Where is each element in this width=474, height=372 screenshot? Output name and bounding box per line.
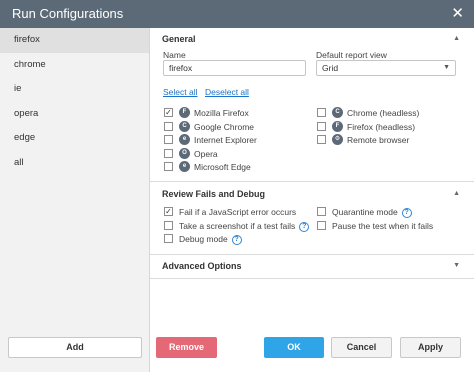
option-label: Quarantine mode?	[332, 206, 412, 218]
option-label-text: Debug mode	[179, 234, 228, 244]
sidebar-item-chrome[interactable]: chrome	[0, 53, 149, 78]
sidebar-item-all[interactable]: all	[0, 151, 149, 176]
checkbox[interactable]	[164, 234, 173, 243]
chevron-down-icon: ▼	[443, 64, 450, 71]
browser-label: Internet Explorer	[194, 135, 257, 145]
remove-button[interactable]: Remove	[156, 337, 217, 358]
option-label-text: Quarantine mode	[332, 207, 398, 217]
sidebar-item-ie[interactable]: ie	[0, 77, 149, 102]
select-all-link[interactable]: Select all	[163, 87, 198, 97]
checkbox[interactable]	[317, 221, 326, 230]
ok-button[interactable]: OK	[264, 337, 324, 358]
checkbox[interactable]	[164, 221, 173, 230]
option-label-text: Take a screenshot if a test fails	[179, 221, 296, 231]
deselect-all-link[interactable]: Deselect all	[205, 87, 249, 97]
opera-icon: O	[179, 148, 190, 159]
sidebar-item-opera[interactable]: opera	[0, 102, 149, 127]
apply-button[interactable]: Apply	[400, 337, 461, 358]
browser-label: Microsoft Edge	[194, 162, 251, 172]
help-icon[interactable]: ?	[299, 221, 310, 232]
window-titlebar: Run Configurations ✕	[0, 0, 474, 28]
checkbox[interactable]	[317, 135, 326, 144]
chrome-icon: C	[179, 121, 190, 132]
advanced-header-label: Advanced Options	[162, 261, 242, 271]
report-view-label: Default report view	[316, 50, 387, 60]
name-label: Name	[163, 50, 186, 60]
checkbox[interactable]	[164, 135, 173, 144]
chrome-icon: C	[332, 107, 343, 118]
checkbox[interactable]	[164, 149, 173, 158]
advanced-section-header[interactable]: Advanced Options ▼	[150, 255, 474, 277]
review-section-header[interactable]: Review Fails and Debug ▲	[150, 183, 474, 205]
chevron-down-icon[interactable]: ▼	[453, 255, 460, 277]
sidebar-item-firefox[interactable]: firefox	[0, 28, 149, 53]
option-label: Fail if a JavaScript error occurs	[179, 207, 297, 217]
checkbox[interactable]	[317, 108, 326, 117]
checkbox[interactable]	[317, 122, 326, 131]
option-label: Pause the test when it fails	[332, 221, 434, 231]
sidebar-item-edge[interactable]: edge	[0, 126, 149, 151]
option-label: Take a screenshot if a test fails?	[179, 220, 310, 232]
divider	[150, 278, 474, 279]
firefox-icon: F	[179, 107, 190, 118]
checkbox[interactable]	[164, 122, 173, 131]
add-button[interactable]: Add	[8, 337, 142, 358]
checkbox-checked[interactable]: ✓	[164, 207, 173, 216]
edge-icon: e	[179, 161, 190, 172]
browser-label: Google Chrome	[194, 122, 255, 132]
firefox-icon: F	[332, 121, 343, 132]
config-panel: General ▲ Name firefox Default report vi…	[150, 28, 474, 372]
chevron-up-icon[interactable]: ▲	[453, 183, 460, 205]
browser-label: Mozilla Firefox	[194, 108, 249, 118]
general-section-header[interactable]: General ▲	[150, 28, 474, 50]
name-field[interactable]: firefox	[163, 60, 306, 76]
report-view-select[interactable]: Grid ▼	[316, 60, 456, 76]
browser-label: Opera	[194, 149, 218, 159]
report-view-value: Grid	[322, 63, 339, 73]
window-title: Run Configurations	[12, 6, 124, 21]
close-icon[interactable]: ✕	[451, 5, 464, 23]
config-sidebar: firefox chrome ie opera edge all Add	[0, 28, 150, 372]
divider	[150, 181, 474, 182]
help-icon[interactable]: ?	[231, 234, 242, 245]
ie-icon: e	[179, 134, 190, 145]
checkbox-checked[interactable]: ✓	[164, 108, 173, 117]
browser-label: Remote browser	[347, 135, 410, 145]
help-icon[interactable]: ?	[401, 207, 412, 218]
remote-browser-icon: ⚙	[332, 134, 343, 145]
general-header-label: General	[162, 34, 196, 44]
option-label: Debug mode?	[179, 233, 242, 245]
chevron-up-icon[interactable]: ▲	[453, 28, 460, 50]
checkbox[interactable]	[164, 162, 173, 171]
browser-label: Chrome (headless)	[347, 108, 420, 118]
browser-label: Firefox (headless)	[347, 122, 416, 132]
review-header-label: Review Fails and Debug	[162, 189, 266, 199]
cancel-button[interactable]: Cancel	[331, 337, 392, 358]
checkbox[interactable]	[317, 207, 326, 216]
